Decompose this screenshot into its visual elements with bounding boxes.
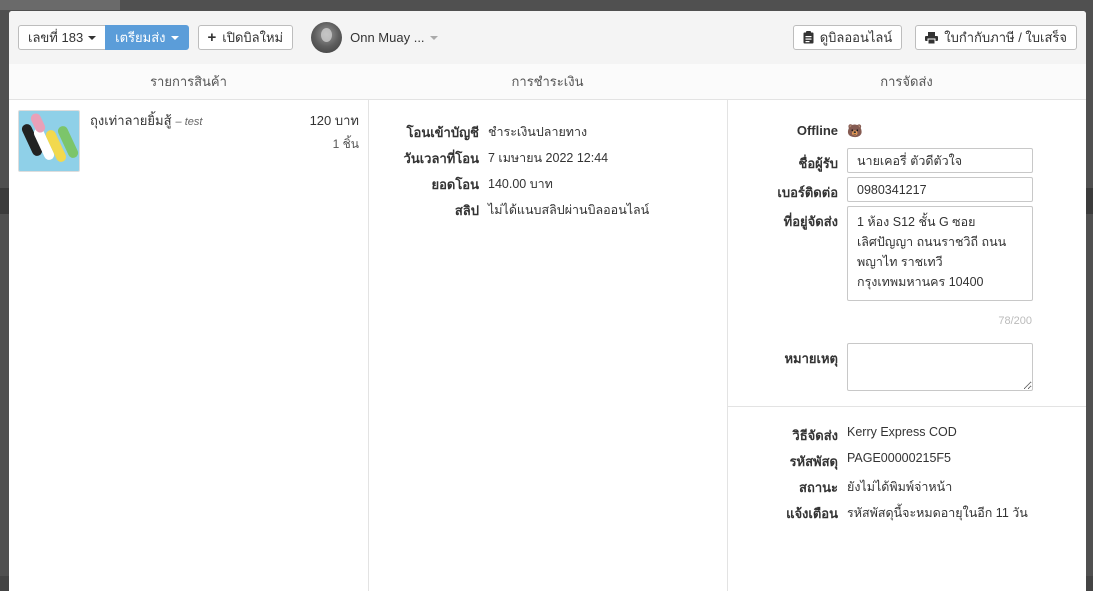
status-label: เตรียมส่ง	[115, 30, 166, 45]
receipt-button[interactable]: ใบกำกับภาษี / ใบเสร็จ	[915, 25, 1077, 50]
shipping-method-value: Kerry Express COD	[847, 425, 957, 439]
new-bill-label: เปิดบิลใหม่	[222, 30, 284, 45]
bill-columns: ถุงเท่าลายยิ้มสู้ – test 120 บาท 1 ชิ้น โ…	[9, 100, 1086, 591]
shipping-status-detail-value: ยังไม่ได้พิมพ์จ่าหน้า	[847, 480, 953, 494]
receipt-label: ใบกำกับภาษี / ใบเสร็จ	[944, 30, 1067, 45]
note-row: หมายเหตุ	[728, 343, 1086, 391]
bear-icon: 🐻	[847, 124, 863, 138]
products-column-title: รายการสินค้า	[150, 74, 227, 89]
payment-column-title: การชำระเงิน	[511, 74, 584, 89]
address-char-counter: 78/200	[998, 315, 1032, 327]
bill-modal: เลขที่ 183 เตรียมส่ง + เปิดบิลใหม่ Onn M…	[9, 11, 1086, 591]
payment-panel: โอนเข้าบัญชี ชำระเงินปลายทาง วันเวลาที่โ…	[369, 100, 728, 591]
shipping-method-label: วิธีจัดส่ง	[792, 428, 838, 443]
shipping-column-title: การจัดส่ง	[880, 74, 933, 89]
tracking-code-value: PAGE00000215F5	[847, 451, 952, 465]
recipient-label: ชื่อผู้รับ	[798, 156, 838, 171]
chevron-down-icon	[429, 35, 438, 40]
bill-number-label: เลขที่ 183	[28, 30, 84, 45]
printer-icon	[925, 31, 939, 44]
phone-input[interactable]	[847, 177, 1033, 202]
view-online-button[interactable]: ดูบิลออนไลน์	[792, 25, 903, 50]
status-dropdown[interactable]: เตรียมส่ง	[105, 25, 189, 50]
plus-icon: +	[207, 29, 217, 46]
shipping-alert-row: แจ้งเตือน รหัสพัสดุนี้จะหมดอายุในอีก 11 …	[728, 503, 1086, 529]
address-label: ที่อยู่จัดส่ง	[783, 214, 838, 229]
products-panel: ถุงเท่าลายยิ้มสู้ – test 120 บาท 1 ชิ้น	[9, 100, 369, 591]
product-price: 120 บาท	[309, 113, 359, 128]
shipping-status-detail-label: สถานะ	[799, 480, 838, 495]
payment-row-account: โอนเข้าบัญชี ชำระเงินปลายทาง	[369, 122, 727, 148]
product-item[interactable]: ถุงเท่าลายยิ้มสู้ – test 120 บาท 1 ชิ้น	[9, 100, 368, 182]
header-actions: ดูบิลออนไลน์ ใบกำกับภาษี / ใบเสร็จ	[792, 25, 1077, 50]
shipping-details-section: วิธีจัดส่ง Kerry Express COD รหัสพัสดุ P…	[728, 407, 1086, 529]
product-note: – test	[175, 116, 203, 128]
product-name: ถุงเท่าลายยิ้มสู้	[90, 113, 172, 128]
tracking-code-label: รหัสพัสดุ	[789, 454, 838, 469]
address-row: ที่อยู่จัดส่ง 1 ห้อง S12 ชั้น G ซอยเลิศป…	[728, 206, 1086, 301]
shipping-status-detail-row: สถานะ ยังไม่ได้พิมพ์จ่าหน้า	[728, 477, 1086, 503]
note-textarea[interactable]	[847, 343, 1033, 391]
clipboard-icon	[803, 31, 814, 44]
shipping-method-row: วิธีจัดส่ง Kerry Express COD	[728, 425, 1086, 451]
payment-details: โอนเข้าบัญชี ชำระเงินปลายทาง วันเวลาที่โ…	[369, 100, 727, 226]
new-bill-button[interactable]: + เปิดบิลใหม่	[197, 25, 294, 50]
address-textarea[interactable]: 1 ห้อง S12 ชั้น G ซอยเลิศปัญญา ถนนราชวิถ…	[847, 206, 1033, 301]
payment-account-label: โอนเข้าบัญชี	[406, 125, 479, 140]
modal-header: เลขที่ 183 เตรียมส่ง + เปิดบิลใหม่ Onn M…	[9, 11, 1086, 64]
recipient-row: ชื่อผู้รับ	[728, 148, 1086, 174]
user-name: Onn Muay ...	[350, 30, 425, 45]
payment-datetime-value: 7 เมษายน 2022 12:44	[488, 151, 609, 165]
payment-account-value: ชำระเงินปลายทาง	[488, 125, 588, 139]
user-menu[interactable]: Onn Muay ...	[311, 22, 438, 53]
column-headers: รายการสินค้า การชำระเงิน การจัดส่ง	[9, 64, 1086, 100]
payment-amount-value: 140.00 บาท	[488, 177, 553, 191]
shipping-alert-value: รหัสพัสดุนี้จะหมดอายุในอีก 11 วัน	[847, 506, 1028, 520]
payment-row-datetime: วันเวลาที่โอน 7 เมษายน 2022 12:44	[369, 148, 727, 174]
shipping-status-row: Offline 🐻	[728, 120, 1086, 142]
phone-row: เบอร์ติดต่อ	[728, 177, 1086, 203]
product-price-qty: 120 บาท 1 ชิ้น	[310, 110, 359, 172]
payment-slip-value: ไม่ได้แนบสลิปผ่านบิลออนไลน์	[488, 203, 650, 217]
view-online-label: ดูบิลออนไลน์	[819, 30, 893, 45]
payment-row-amount: ยอดโอน 140.00 บาท	[369, 174, 727, 200]
avatar	[311, 22, 343, 53]
payment-amount-label: ยอดโอน	[431, 177, 479, 192]
product-info: ถุงเท่าลายยิ้มสู้ – test	[90, 110, 310, 172]
shipping-panel: Offline 🐻 ชื่อผู้รับ เบอร์ติดต่อ ที่อยู่…	[728, 100, 1086, 591]
chevron-down-icon	[88, 35, 97, 40]
tracking-code-row: รหัสพัสดุ PAGE00000215F5	[728, 451, 1086, 477]
phone-label: เบอร์ติดต่อ	[777, 185, 838, 200]
shipping-status-label: Offline	[796, 123, 838, 138]
product-qty: 1 ชิ้น	[332, 137, 359, 151]
shipping-recipient-section: Offline 🐻 ชื่อผู้รับ เบอร์ติดต่อ ที่อยู่…	[728, 100, 1086, 407]
payment-slip-label: สลิป	[454, 203, 479, 218]
bill-status-group: เลขที่ 183 เตรียมส่ง	[18, 25, 189, 50]
payment-row-slip: สลิป ไม่ได้แนบสลิปผ่านบิลออนไลน์	[369, 200, 727, 226]
payment-datetime-label: วันเวลาที่โอน	[403, 151, 479, 166]
recipient-input[interactable]	[847, 148, 1033, 173]
shipping-alert-label: แจ้งเตือน	[786, 506, 838, 521]
product-thumbnail	[18, 110, 80, 172]
chevron-down-icon	[170, 35, 179, 40]
bill-number-dropdown[interactable]: เลขที่ 183	[18, 25, 107, 50]
background-strip	[0, 0, 120, 10]
note-label: หมายเหตุ	[784, 351, 838, 366]
